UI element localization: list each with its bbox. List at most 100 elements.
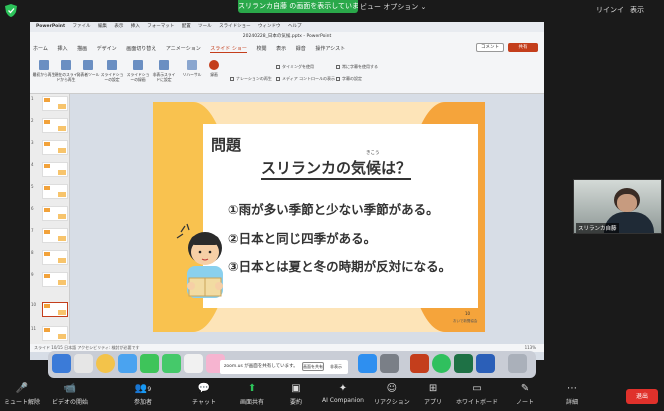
menubar-item[interactable]: 編集 [98,24,107,29]
facetime-icon[interactable] [140,354,159,373]
checkbox-box [276,65,280,69]
presenter-icon [83,60,93,70]
toolbar-label: AI Companion [322,397,364,404]
menubar-item[interactable]: ツール [198,24,212,29]
mute-button[interactable]: 🎤 ミュート解除 [4,383,40,406]
menubar-item[interactable]: ファイル [73,24,91,29]
app-store-icon[interactable] [358,354,377,373]
more-button[interactable]: ⋯ 詳細 [566,383,578,406]
checkbox-box [276,77,280,81]
slide-thumbnail[interactable] [42,206,68,221]
play-current-icon [61,60,71,70]
launchpad-icon[interactable] [74,354,93,373]
excel-icon[interactable] [454,354,473,373]
checkbox-label: メディア コントロールの表示 [282,76,335,81]
media-controls-checkbox[interactable]: メディア コントロールの表示 [276,76,335,82]
top-right-item[interactable]: リインイ [596,6,624,14]
menubar-item[interactable]: 挿入 [131,24,140,29]
thumb-number: 2 [31,118,34,123]
slide-thumbnail[interactable] [42,250,68,265]
slide-thumbnail[interactable] [42,162,68,177]
ribbon-tab[interactable]: ホーム [33,45,48,52]
whiteboard-button[interactable]: ▭ ホワイトボード [456,383,498,406]
rehearse-tool[interactable]: リハーサル [180,60,204,77]
ribbon-tab-active[interactable]: スライド ショー [210,45,247,53]
ribbon-tab[interactable]: アニメーション [166,45,201,52]
settings-icon[interactable] [380,354,399,373]
notes-button[interactable]: ✎ ノート [516,383,534,406]
mail-icon[interactable] [118,354,137,373]
ribbon-tab[interactable]: 表示 [276,45,286,52]
reactions-button[interactable]: ☺ リアクション [374,383,410,406]
ribbon-tab[interactable]: 録音 [296,45,306,52]
apps-button[interactable]: ⊞ アプリ [424,383,442,406]
trash-icon[interactable] [508,354,527,373]
slide-thumbnail[interactable] [42,272,68,287]
slide-thumbnail[interactable] [42,326,68,341]
menubar-item[interactable]: スライドショー [219,24,251,29]
notice-share-button[interactable]: 画面を共有 [302,362,324,371]
menubar-item[interactable]: ヘルプ [288,24,302,29]
answer-option: ②日本と同じ四季がある。 [228,231,377,246]
messages-icon[interactable] [162,354,181,373]
hide-slide-tool[interactable]: 非表示スライドに設定 [152,60,176,82]
share-screen-button[interactable]: ⬆ 画面共有 [240,383,264,406]
narration-checkbox[interactable]: ナレーションの再生 [230,76,272,82]
toolbar-label: 詳細 [566,399,579,406]
menubar-item[interactable]: 表示 [114,24,123,29]
leave-button[interactable]: 退出 [626,389,658,404]
notice-hide-button[interactable]: 非表示 [330,362,342,371]
play-current-tool[interactable]: 現在のスライドから再生 [54,60,78,82]
slide-thumbnail-selected[interactable] [42,302,68,317]
menubar-item[interactable]: 配置 [182,24,191,29]
ribbon-tab[interactable]: 描画 [77,45,87,52]
shield-icon[interactable] [5,4,17,17]
slide-thumbnail[interactable] [42,228,68,243]
menubar-item[interactable]: ウィンドウ [258,24,281,29]
ribbon-tab[interactable]: 操作アシスト [315,45,345,52]
view-options-button[interactable]: ビュー オプション ⌄ [360,2,426,12]
ribbon-tab[interactable]: デザイン [97,45,117,52]
comment-button[interactable]: コメント [476,43,504,52]
ribbon-tab[interactable]: 校閲 [256,45,266,52]
menubar-item[interactable]: PowerPoint [36,24,65,29]
ppt-share-button[interactable]: 共有 [508,43,538,52]
maps-icon[interactable] [184,354,203,373]
checkbox-box [336,77,340,81]
ai-companion-button[interactable]: ✦ AI Companion [322,383,364,404]
summary-button[interactable]: ▣ 要約 [290,383,302,406]
slide-thumbnail[interactable] [42,184,68,199]
top-right-item[interactable]: 表示 [630,6,644,14]
play-from-start-tool[interactable]: 最初から再生 [32,60,56,77]
timing-checkbox[interactable]: タイミングを使用 [276,64,314,70]
slide-thumbnail[interactable] [42,118,68,133]
setup-tool[interactable]: スライドショーの設定 [100,60,124,82]
chrome-icon[interactable] [96,354,115,373]
presenter-tool[interactable]: 発表者ツール [76,60,100,77]
video-button[interactable]: 📹 ビデオの開始 [52,383,88,406]
participants-button[interactable]: 👥9 参加者 [134,383,152,406]
slide-heading: 問題 [211,136,242,154]
thumb-number: 1 [31,96,34,101]
subtitles-checkbox[interactable]: 常に字幕を使用する [336,64,378,70]
participant-video[interactable]: スリランカ自藤 [573,179,662,234]
chat-button[interactable]: 💬 チャット [192,383,216,406]
ribbon-tab[interactable]: 挿入 [57,45,67,52]
ribbon-tab[interactable]: 画面切り替え [126,45,156,52]
participant-face [617,194,637,212]
powerpoint-icon[interactable] [410,354,429,373]
finder-icon[interactable] [52,354,71,373]
answer-option: ③日本とは夏と冬の時期が反対になる。 [228,259,452,274]
subtitle-settings[interactable]: 字幕の設定 [336,76,362,82]
screen-share-banner[interactable]: スリランカ自藤 の画面を表示しています [238,0,358,13]
record-tool[interactable]: 録画 [202,60,226,77]
menubar-item[interactable]: フォーマット [147,24,174,29]
toolbar-label: ミュート解除 [4,399,41,406]
slide-thumbnail[interactable] [42,96,68,111]
word-icon[interactable] [476,354,495,373]
camera-off-icon: 📹 [63,383,77,394]
slide-thumbnail[interactable] [42,140,68,155]
record-show-tool[interactable]: スライドショーの録画 [126,60,150,82]
slide-canvas[interactable]: 問題 きこう スリランカの気候は？ ①雨が多い季節と少ない季節がある。 ②日本と… [153,102,485,332]
whatsapp-icon[interactable] [432,354,451,373]
